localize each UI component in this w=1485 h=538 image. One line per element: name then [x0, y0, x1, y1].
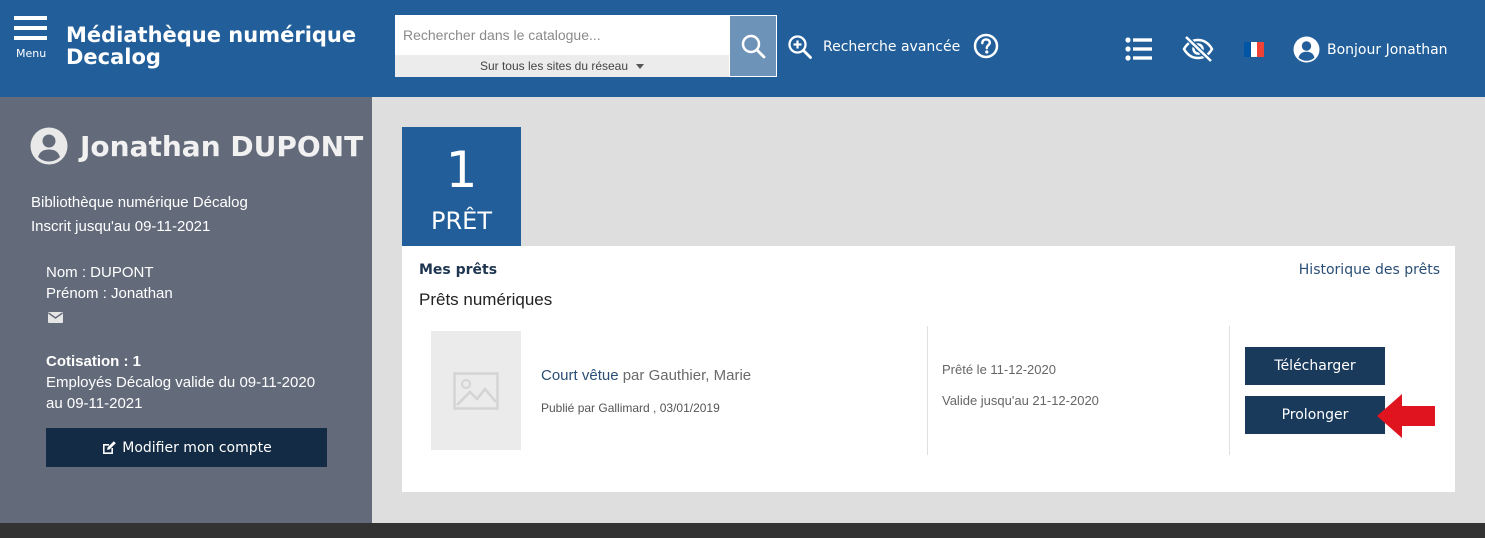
loan-count-tile[interactable]: 1 PRÊT: [402, 127, 521, 246]
extend-loan-button[interactable]: Prolonger: [1245, 396, 1385, 434]
caret-down-icon: [636, 64, 645, 70]
loan-count: 1: [445, 141, 478, 199]
user-avatar-icon: [30, 127, 68, 165]
cotisation-title-text: Cotisation : 1: [46, 353, 142, 370]
book-author: par Gauthier, Marie: [622, 367, 752, 384]
user-menu[interactable]: Bonjour Jonathan: [1293, 36, 1448, 63]
list-icon: [1125, 37, 1152, 61]
list-view-button[interactable]: [1125, 37, 1153, 66]
zoom-in-icon: [788, 35, 812, 59]
loan-count-label: PRÊT: [431, 207, 492, 235]
red-arrow-annotation: [1377, 394, 1435, 438]
brand-line-1: Médiathèque numérique: [66, 23, 357, 47]
edit-account-label: Modifier mon compte: [122, 439, 272, 456]
flag-stripe-blue: [1244, 42, 1251, 57]
book-title-link[interactable]: Court vêtue: [541, 367, 619, 384]
download-button[interactable]: Télécharger: [1245, 347, 1385, 385]
flag-stripe-red: [1257, 42, 1265, 57]
top-header: Menu Médiathèque numérique Decalog Sur t…: [0, 0, 1485, 97]
search-scope-select[interactable]: Sur tous les sites du réseau: [395, 55, 729, 77]
user-full-name: Jonathan DUPONT: [80, 129, 364, 163]
cotisation-title: Cotisation : 1: [46, 351, 346, 372]
hamburger-bar: [14, 26, 47, 30]
registration-date: Inscrit jusqu'au 09-11-2021: [31, 218, 211, 235]
flag-stripe-white: [1250, 42, 1258, 57]
hamburger-icon: [14, 16, 47, 20]
first-name: Prénom : Jonathan: [46, 285, 173, 302]
site-brand[interactable]: Médiathèque numérique Decalog: [66, 24, 386, 68]
column-divider: [927, 326, 928, 455]
loan-history-link[interactable]: Historique des prêts: [1299, 262, 1440, 278]
accessibility-toggle[interactable]: [1181, 35, 1215, 68]
library-info: Bibliothèque numérique Décalog Inscrit j…: [31, 191, 248, 239]
search-button[interactable]: [729, 15, 777, 77]
edit-icon: [103, 440, 117, 454]
loan-date: Prêté le 11-12-2020: [942, 362, 1056, 377]
cotisation-line-1: Employés Décalog valide du 09-11-2020: [46, 374, 316, 391]
search-form: Sur tous les sites du réseau: [395, 15, 777, 77]
last-name: Nom : DUPONT: [46, 264, 154, 281]
help-icon: [973, 33, 999, 59]
library-name: Bibliothèque numérique Décalog: [31, 194, 248, 211]
footer-bar: [0, 523, 1485, 538]
hamburger-bar: [14, 36, 47, 40]
cotisation-line-2: au 09-11-2021: [46, 395, 143, 412]
menu-label: Menu: [16, 47, 47, 60]
book-cover-placeholder[interactable]: [431, 331, 521, 450]
search-input[interactable]: [395, 15, 729, 55]
column-divider: [1229, 326, 1230, 455]
search-icon: [741, 34, 766, 59]
envelope-icon[interactable]: [48, 308, 346, 329]
loan-item: Court vêtue par Gauthier, Marie Publié p…: [402, 326, 1455, 456]
brand-line-2: Decalog: [66, 45, 161, 69]
search-scope-label: Sur tous les sites du réseau: [479, 59, 629, 73]
greeting-label: Bonjour Jonathan: [1327, 41, 1448, 58]
loans-panel: Mes prêts Historique des prêts Prêts num…: [402, 246, 1455, 492]
my-loans-heading: Mes prêts: [419, 262, 498, 278]
book-title-line: Court vêtue par Gauthier, Marie: [541, 367, 751, 384]
help-button[interactable]: [973, 33, 999, 64]
account-details: Nom : DUPONT Prénom : Jonathan Cotisatio…: [46, 262, 346, 414]
loan-expiry: Valide jusqu'au 21-12-2020: [942, 393, 1099, 408]
image-placeholder-icon: [453, 371, 499, 410]
user-circle-icon: [1293, 36, 1320, 63]
menu-button[interactable]: Menu: [14, 16, 50, 62]
language-flag-fr[interactable]: [1244, 42, 1265, 57]
advanced-search-label: Recherche avancée: [823, 39, 961, 55]
account-heading: Jonathan DUPONT: [30, 127, 363, 165]
advanced-search-link[interactable]: Recherche avancée: [787, 33, 960, 61]
publication-info: Publié par Gallimard , 03/01/2019: [541, 401, 720, 415]
eye-slash-icon: [1182, 35, 1214, 63]
account-sidebar: Jonathan DUPONT Bibliothèque numérique D…: [0, 97, 372, 523]
digital-loans-title: Prêts numériques: [419, 290, 553, 309]
edit-account-button[interactable]: Modifier mon compte: [46, 428, 327, 467]
